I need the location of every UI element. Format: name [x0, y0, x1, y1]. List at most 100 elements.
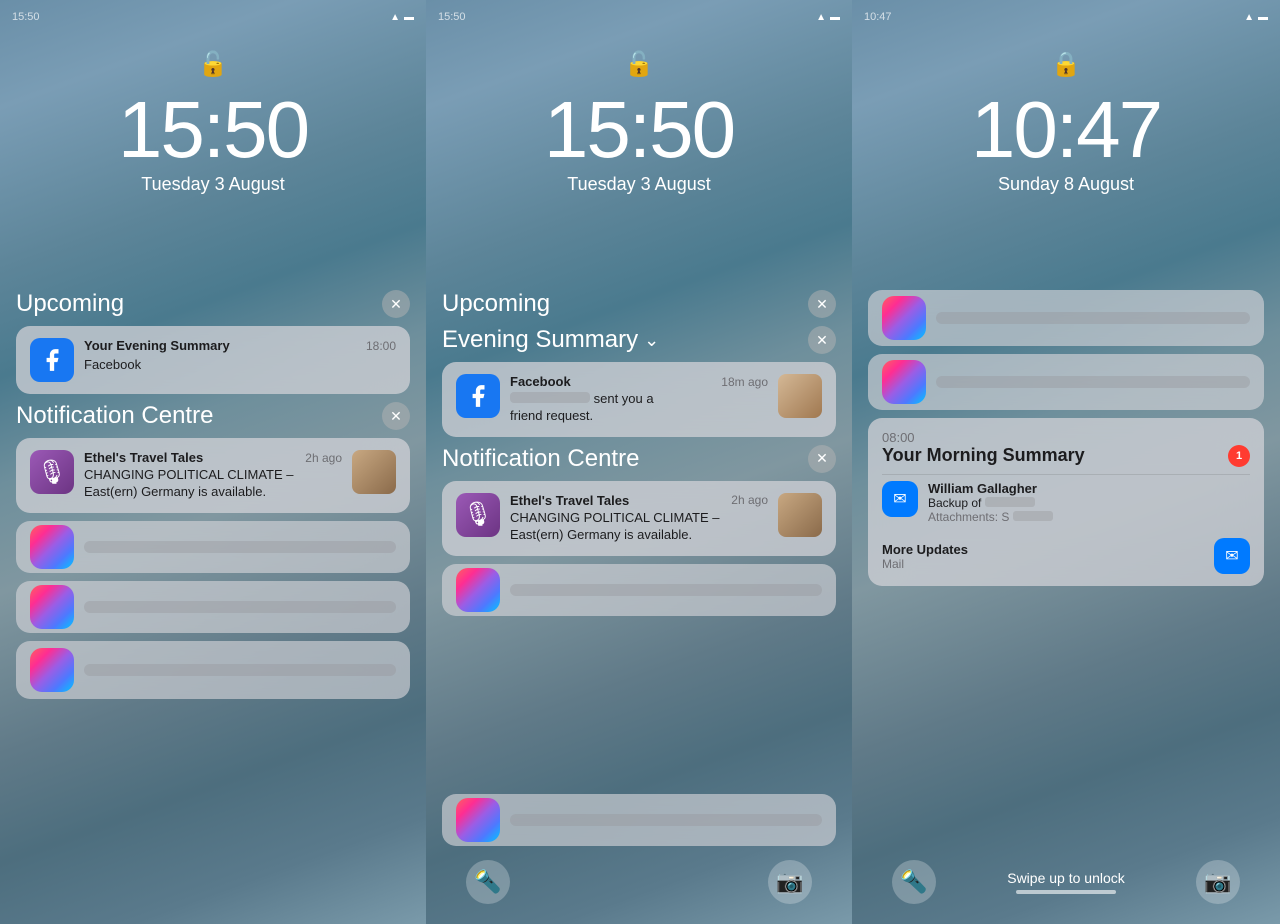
- fb-friend-content-middle: Facebook 18m ago sent you afriend reques…: [510, 374, 768, 425]
- fb-friend-header-middle: Facebook 18m ago: [510, 374, 768, 389]
- morning-time: 08:00: [882, 430, 1250, 445]
- close-icon-left: ✕: [390, 296, 402, 313]
- fb-friend-row-middle: Facebook 18m ago sent you afriend reques…: [456, 374, 822, 425]
- status-icons-right: ▲ ▬: [1244, 12, 1268, 23]
- upcoming-header-middle: Upcoming ✕: [442, 290, 836, 318]
- camera-icon-middle[interactable]: 📷: [768, 860, 812, 904]
- upcoming-close-left[interactable]: ✕: [382, 290, 410, 318]
- blurred-content-1-middle: [510, 584, 822, 596]
- podcast-time-left: 2h ago: [305, 451, 342, 465]
- fb-evening-card-left[interactable]: Your Evening Summary 18:00 Facebook: [16, 326, 410, 394]
- status-bar-middle: 15:50 ▲ ▬: [426, 0, 852, 28]
- panel-left: 15:50 ▲ ▬ 🔓 15:50 Tuesday 3 August Upcom…: [0, 0, 426, 924]
- notifications-right: 08:00 Your Morning Summary 1 ✉ William G…: [868, 290, 1264, 594]
- shortcuts-icon-top-1-right: [882, 296, 926, 340]
- podcast-time-middle: 2h ago: [731, 493, 768, 507]
- status-icons-middle: ▲ ▬: [816, 12, 840, 23]
- status-bar-right: 10:47 ▲ ▬: [852, 0, 1280, 28]
- blurred-content-3-left: [84, 664, 396, 676]
- fb-evening-row-left: Your Evening Summary 18:00 Facebook: [30, 338, 396, 382]
- date-middle: Tuesday 3 August: [426, 174, 852, 195]
- status-time-left: 15:50: [12, 11, 40, 23]
- fb-evening-content-left: Your Evening Summary 18:00 Facebook: [84, 338, 396, 374]
- notifcentre-header-middle: Notification Centre ✕: [442, 445, 836, 473]
- wifi-icon-middle: ▲: [816, 12, 826, 23]
- podcast-row-middle: 🎙 Ethel's Travel Tales 2h ago CHANGING P…: [456, 493, 822, 544]
- podcast-body-middle: CHANGING POLITICAL CLIMATE –East(ern) Ge…: [510, 510, 768, 544]
- upcoming-close-middle[interactable]: ✕: [808, 290, 836, 318]
- wifi-icon-right: ▲: [1244, 12, 1254, 23]
- flashlight-icon-middle[interactable]: 🔦: [466, 860, 510, 904]
- bottom-bar-middle: 🔦 📷: [426, 860, 852, 904]
- facebook-icon-left: [30, 338, 74, 382]
- podcast-appname-middle: Ethel's Travel Tales: [510, 493, 629, 508]
- shortcuts-icon-3-left: [30, 648, 74, 692]
- shortcuts-card-2-middle: [442, 794, 836, 846]
- podcast-row-left: 🎙 Ethel's Travel Tales 2h ago CHANGING P…: [30, 450, 396, 501]
- notifications-middle: Upcoming ✕ Evening Summary ⌄ ✕: [442, 290, 836, 624]
- fb-evening-title-left: Your Evening Summary: [84, 338, 230, 355]
- morning-summary-card[interactable]: 08:00 Your Morning Summary 1 ✉ William G…: [868, 418, 1264, 586]
- status-time-middle: 15:50: [438, 11, 466, 23]
- flashlight-icon-right[interactable]: 🔦: [892, 860, 936, 904]
- shortcuts-icon-2-middle: [456, 798, 500, 842]
- camera-icon-right[interactable]: 📷: [1196, 860, 1240, 904]
- podcast-appname-left: Ethel's Travel Tales: [84, 450, 203, 465]
- wifi-icon-left: ▲: [390, 12, 400, 23]
- swipe-area-right: Swipe up to unlock: [1007, 870, 1125, 894]
- morning-more: More Updates Mail ✉: [882, 530, 1250, 574]
- fb-evening-header-left: Your Evening Summary 18:00: [84, 338, 396, 355]
- fb-evening-time-left: 18:00: [366, 339, 396, 353]
- status-time-right: 10:47: [864, 11, 892, 23]
- podcast-card-middle[interactable]: 🎙 Ethel's Travel Tales 2h ago CHANGING P…: [442, 481, 836, 556]
- podcast-thumbnail-middle: [778, 493, 822, 537]
- evening-summary-close-middle[interactable]: ✕: [808, 326, 836, 354]
- more-updates-sub: Mail: [882, 557, 968, 571]
- shortcuts-card-3-left: [16, 641, 410, 699]
- shortcuts-card-2-left: [16, 581, 410, 633]
- podcast-header-left: Ethel's Travel Tales 2h ago: [84, 450, 342, 465]
- podcast-thumbnail-left: [352, 450, 396, 494]
- facebook-icon-middle: [456, 374, 500, 418]
- morning-sender: William Gallagher: [928, 481, 1250, 496]
- date-right: Sunday 8 August: [852, 174, 1280, 195]
- evening-summary-label-middle: Evening Summary: [442, 326, 638, 354]
- date-left: Tuesday 3 August: [0, 174, 426, 195]
- fb-friend-card-middle[interactable]: Facebook 18m ago sent you afriend reques…: [442, 362, 836, 437]
- morning-badge: 1: [1228, 445, 1250, 467]
- chevron-down-icon-middle: ⌄: [644, 330, 659, 351]
- fb-evening-body-left: Facebook: [84, 357, 396, 374]
- morning-body: Attachments: S: [928, 510, 1250, 524]
- podcast-content-middle: Ethel's Travel Tales 2h ago CHANGING POL…: [510, 493, 768, 544]
- evening-summary-title-middle[interactable]: Evening Summary ⌄: [442, 326, 659, 354]
- battery-icon-right: ▬: [1258, 12, 1268, 23]
- morning-subject: Backup of: [928, 496, 1250, 510]
- blurred-content-1-left: [84, 541, 396, 553]
- time-large-middle: 15:50: [426, 90, 852, 170]
- notifcentre-close-middle[interactable]: ✕: [808, 445, 836, 473]
- notifcentre-header-left: Notification Centre ✕: [16, 402, 410, 430]
- morning-title: Your Morning Summary: [882, 445, 1085, 466]
- podcasts-icon-left: 🎙: [30, 450, 74, 494]
- battery-icon-left: ▬: [404, 12, 414, 23]
- podcast-card-left[interactable]: 🎙 Ethel's Travel Tales 2h ago CHANGING P…: [16, 438, 410, 513]
- fb-friend-time-middle: 18m ago: [721, 375, 768, 389]
- swipe-bar-right: [1016, 890, 1116, 894]
- battery-icon-middle: ▬: [830, 12, 840, 23]
- shortcuts-top-2-right: [868, 354, 1264, 410]
- close-icon-nc-middle: ✕: [816, 450, 828, 467]
- upcoming-title-middle: Upcoming: [442, 290, 550, 318]
- podcast-body-left: CHANGING POLITICAL CLIMATE –East(ern) Ge…: [84, 467, 342, 501]
- notifcentre-title-left: Notification Centre: [16, 402, 213, 430]
- time-display-left: 15:50 Tuesday 3 August: [0, 90, 426, 195]
- blurred-content-2-left: [84, 601, 396, 613]
- blurred-content-2-middle: [510, 814, 822, 826]
- shortcuts-icon-top-2-right: [882, 360, 926, 404]
- status-icons-left: ▲ ▬: [390, 12, 414, 23]
- podcasts-icon-middle: 🎙: [456, 493, 500, 537]
- morning-mail-item: ✉ William Gallagher Backup of Attachment…: [882, 474, 1250, 530]
- bottom-blurred-middle: [442, 794, 836, 854]
- notifcentre-title-middle: Notification Centre: [442, 445, 639, 473]
- podcast-content-left: Ethel's Travel Tales 2h ago CHANGING POL…: [84, 450, 342, 501]
- notifcentre-close-left[interactable]: ✕: [382, 402, 410, 430]
